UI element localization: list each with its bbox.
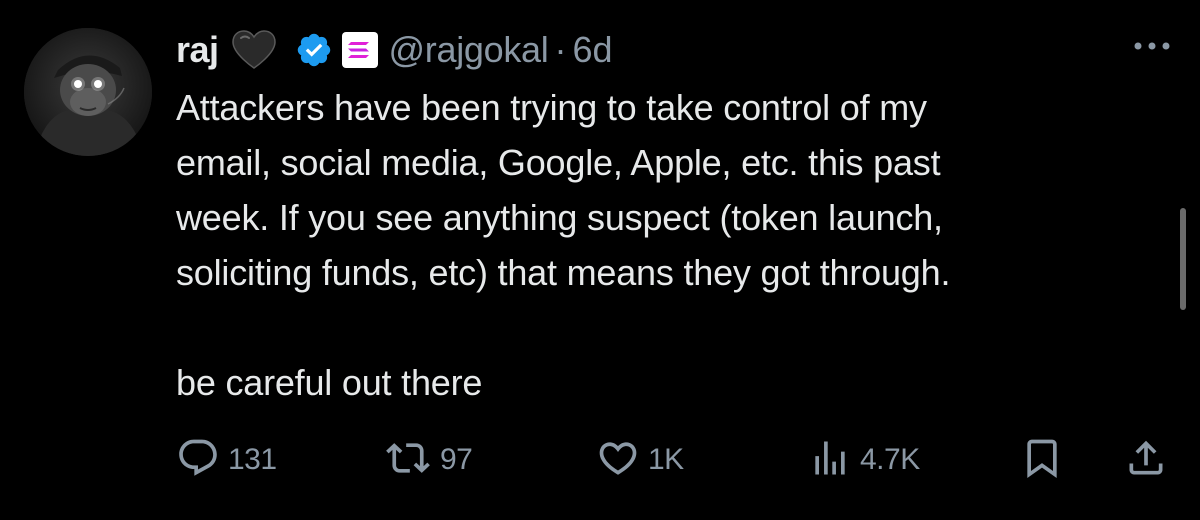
verified-badge-icon[interactable]	[295, 31, 333, 69]
tweet-text-line: soliciting funds, etc) that means they g…	[176, 252, 951, 293]
tweet-text-line: email, social media, Google, Apple, etc.…	[176, 142, 941, 183]
repost-count: 97	[440, 443, 473, 476]
tweet-text-line: Attackers have been trying to take contr…	[176, 87, 927, 128]
scrollbar-thumb[interactable]	[1180, 208, 1186, 310]
avatar[interactable]	[24, 28, 152, 156]
like-count: 1K	[648, 443, 684, 476]
separator-dot: ·	[554, 29, 567, 70]
display-name[interactable]: raj	[176, 29, 219, 71]
solana-logo-icon[interactable]	[341, 31, 379, 69]
user-handle[interactable]: @rajgokal	[389, 29, 549, 71]
reply-count: 131	[228, 443, 277, 476]
views-button[interactable]: 4.7K	[808, 436, 920, 484]
tweet-timestamp[interactable]: 6d	[572, 29, 612, 71]
share-button[interactable]	[1124, 436, 1168, 484]
repost-icon	[384, 436, 432, 485]
avatar-image	[24, 28, 152, 156]
tweet-header: raj @rajgokal · 6d	[176, 22, 613, 78]
tweet: raj @rajgokal · 6d Attackers have been t…	[0, 0, 1200, 520]
repost-button[interactable]: 97	[384, 436, 473, 485]
tweet-actions: 131 97 1K 4.7K	[176, 436, 1176, 484]
views-count: 4.7K	[860, 443, 920, 476]
tweet-text-line: be careful out there	[176, 362, 483, 403]
tweet-text: Attackers have been trying to take contr…	[176, 80, 1156, 410]
bookmark-button[interactable]	[1020, 436, 1064, 484]
like-button[interactable]: 1K	[596, 436, 684, 484]
heart-icon	[596, 436, 640, 485]
more-options-icon[interactable]	[1128, 34, 1176, 58]
tweet-text-line: week. If you see anything suspect (token…	[176, 197, 943, 238]
analytics-icon	[808, 436, 852, 485]
reply-button[interactable]: 131	[176, 436, 277, 484]
black-heart-icon	[231, 30, 277, 70]
bookmark-icon	[1020, 436, 1064, 485]
reply-icon	[176, 436, 220, 485]
share-icon	[1124, 436, 1168, 485]
